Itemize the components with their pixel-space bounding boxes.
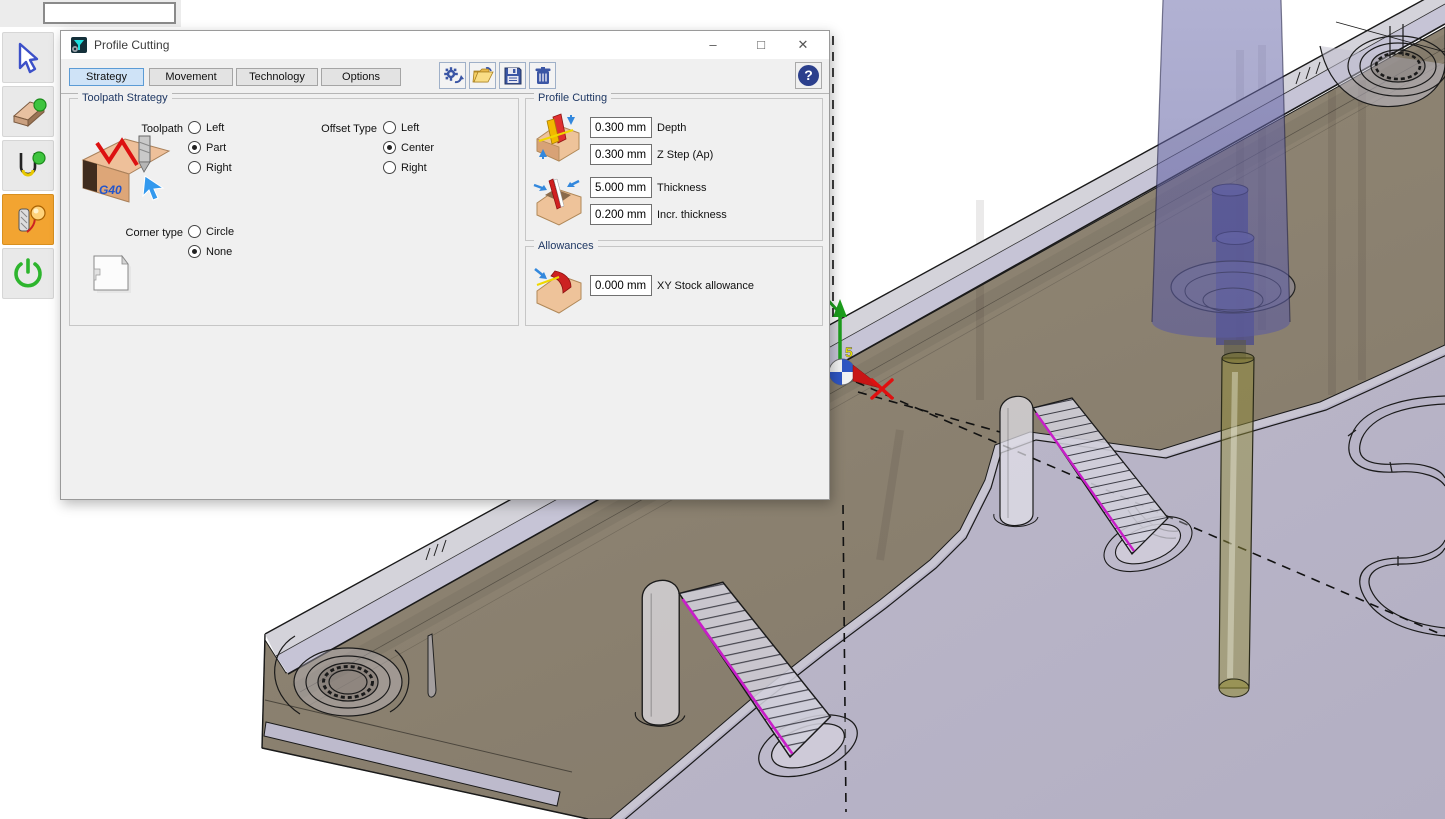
tab-technology[interactable]: Technology [236, 68, 318, 86]
cursor-icon [10, 40, 46, 76]
radio-offset-right[interactable] [383, 161, 396, 174]
corner-type-illustration [87, 251, 135, 297]
help-icon: ? [798, 65, 819, 86]
maximize-button[interactable]: □ [745, 33, 777, 57]
regenerate-button[interactable] [439, 62, 466, 89]
group-profile-cutting: Profile Cutting Depth Z Step (Ap) [525, 98, 823, 241]
toolbar-divider [61, 93, 829, 94]
dialog-app-icon [71, 37, 87, 53]
delete-icon [532, 65, 554, 87]
depth-input[interactable] [590, 117, 652, 138]
radio-offset-center[interactable] [383, 141, 396, 154]
allowance-illustration [533, 263, 585, 315]
group-title: Toolpath Strategy [78, 92, 172, 104]
thickness-illustration [531, 175, 585, 229]
origin-number-label: 5 [845, 344, 853, 360]
radio-corner-none[interactable] [188, 245, 201, 258]
toolpath-label: Toolpath [80, 123, 183, 135]
tool-holder [1152, 0, 1290, 338]
tab-movement[interactable]: Movement [149, 68, 233, 86]
radio-toolpath-left[interactable] [188, 121, 201, 134]
corner-type-label: Corner type [80, 227, 183, 239]
power-icon [9, 255, 47, 293]
profile-cutting-dialog: Profile Cutting – □ ✕ Strategy Movement … [60, 30, 830, 500]
dialog-title: Profile Cutting [94, 38, 169, 52]
offset-type-label: Offset Type [280, 123, 377, 135]
tab-strategy[interactable]: Strategy [69, 68, 144, 86]
regenerate-icon [442, 65, 464, 87]
toolpath-strategy-illustration: G40 [77, 130, 172, 208]
group-allowances: Allowances XY Stock allowance [525, 246, 823, 326]
tool-icon [9, 147, 47, 185]
save-icon [502, 65, 524, 87]
close-button[interactable]: ✕ [787, 33, 819, 57]
open-folder-icon [472, 65, 494, 87]
radio-corner-circle[interactable] [188, 225, 201, 238]
z-step-input[interactable] [590, 144, 652, 165]
minimize-button[interactable]: – [697, 33, 729, 57]
group-title: Allowances [534, 240, 598, 252]
open-button[interactable] [469, 62, 496, 89]
depth-illustration [533, 113, 583, 165]
radio-toolpath-part[interactable] [188, 141, 201, 154]
svg-text:G40: G40 [99, 183, 122, 197]
radio-offset-left[interactable] [383, 121, 396, 134]
thickness-input[interactable] [590, 177, 652, 198]
tab-options[interactable]: Options [321, 68, 401, 86]
delete-button[interactable] [529, 62, 556, 89]
sidebar-item-tool[interactable] [2, 140, 54, 191]
save-button[interactable] [499, 62, 526, 89]
group-title: Profile Cutting [534, 92, 611, 104]
dialog-titlebar[interactable]: Profile Cutting – □ ✕ [61, 31, 829, 59]
incr-thickness-input[interactable] [590, 204, 652, 225]
help-button[interactable]: ? [795, 62, 822, 89]
sidebar-item-operation[interactable] [2, 194, 54, 245]
operation-icon [9, 201, 47, 239]
sidebar-item-select[interactable] [2, 32, 54, 83]
quick-search-input[interactable] [43, 2, 176, 24]
group-toolpath-strategy: Toolpath Strategy G40 Toolpath Left Part [69, 98, 519, 326]
xy-stock-allowance-input[interactable] [590, 275, 652, 296]
radio-toolpath-right[interactable] [188, 161, 201, 174]
workpiece-icon [9, 93, 47, 131]
sidebar-item-run[interactable] [2, 248, 54, 299]
cutting-tool [1219, 340, 1254, 697]
sidebar-item-workpiece[interactable] [2, 86, 54, 137]
